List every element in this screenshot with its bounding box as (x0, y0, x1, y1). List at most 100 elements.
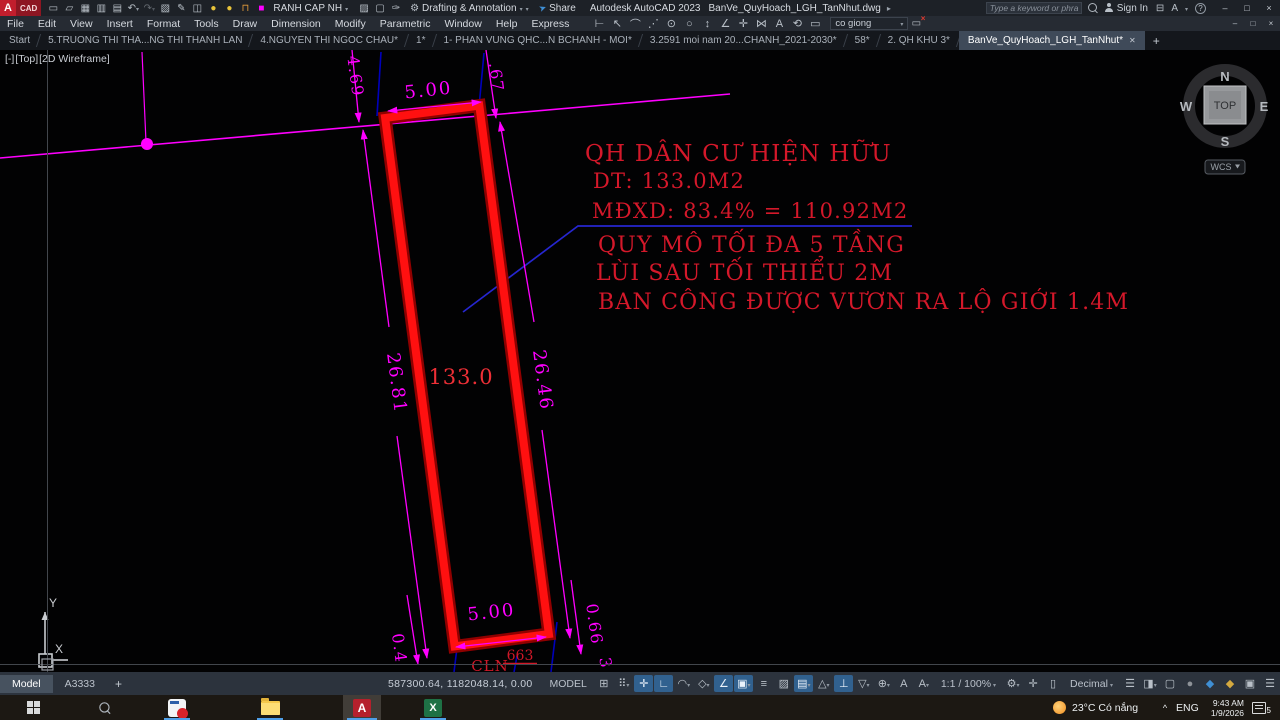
title-menu-arrow-icon[interactable] (881, 3, 891, 14)
dim-arc-icon[interactable]: ⌒ (626, 17, 644, 31)
dim-rear-right-text[interactable]: 0.66 (582, 602, 606, 646)
viewcube-south[interactable]: S (1221, 134, 1230, 149)
annotation-line-3[interactable]: MĐXD: 83.4% = 110.92M2 (592, 199, 908, 223)
search-icon[interactable] (1087, 2, 1099, 14)
graphics-performance-icon[interactable]: ● (1181, 675, 1200, 692)
file-tab-1[interactable]: 5.TRUONG THI THA...NG THI THANH LAN (39, 31, 251, 50)
view-control-button[interactable]: [Top] (15, 53, 38, 65)
customization-icon[interactable]: ☰ (1261, 675, 1280, 692)
units-button[interactable]: Decimal (1063, 678, 1120, 690)
3d-osnap-icon[interactable]: △ (814, 675, 833, 692)
restore-button[interactable]: □ (1236, 0, 1258, 16)
menu-item[interactable]: Edit (31, 18, 63, 30)
app-store-cart-icon[interactable]: ⊟ (1156, 3, 1164, 14)
parcel-number-text[interactable]: 663 (507, 648, 534, 664)
parcel-area-label[interactable]: 133.0 (428, 365, 493, 389)
minimize-button[interactable]: – (1214, 0, 1236, 16)
annotation-line-4[interactable]: QUY MÔ TỐI ĐA 5 TẦNG (598, 228, 905, 258)
survey-point[interactable] (141, 138, 153, 150)
file-tab-2[interactable]: 4.NGUYEN THI NGOC CHAU* (251, 31, 407, 50)
new-doc-icon[interactable]: ▢ (372, 1, 388, 15)
undo-icon[interactable]: ↶ (125, 1, 141, 15)
light-bulb-2-icon[interactable]: ● (221, 1, 237, 15)
snap-mode-icon[interactable]: ⠿ (614, 675, 633, 692)
dim-ordinate-icon[interactable]: ⋰ (644, 17, 662, 31)
menu-item[interactable]: Dimension (264, 18, 328, 30)
dropdown-caret-icon[interactable] (748, 678, 751, 690)
lineweight-icon[interactable]: ≡ (754, 675, 773, 692)
quick-properties-icon[interactable]: ☰ (1121, 675, 1140, 692)
preview-icon[interactable]: ◫ (189, 1, 205, 15)
selection-filtering-icon[interactable]: ▽ (854, 675, 873, 692)
save-icon[interactable]: ▦ (77, 1, 93, 15)
autocad-logo[interactable]: A CAD (0, 0, 41, 16)
weather-widget[interactable] (1050, 695, 1068, 720)
selection-cycling-icon[interactable]: ▤ (794, 675, 813, 692)
annotation-visibility-icon[interactable]: A (894, 675, 913, 692)
osnap-tracking-icon[interactable]: ∠ (714, 675, 733, 692)
file-tab-3[interactable]: 1* (407, 31, 434, 50)
annotation-line-2[interactable]: DT: 133.0M2 (593, 169, 745, 193)
clock[interactable]: 9:43 AM1/9/2026 (1202, 695, 1244, 720)
geo-marker-icon[interactable]: ◆ (1221, 675, 1240, 692)
close-button[interactable]: × (1262, 16, 1280, 31)
light-bulb-icon[interactable]: ● (205, 1, 221, 15)
taskbar-search-button[interactable] (90, 695, 120, 720)
dim-angular-icon[interactable]: ∠ (716, 17, 734, 31)
dim-front-text[interactable]: 5.00 (403, 78, 453, 104)
show-hidden-icons-button[interactable]: ^ (1158, 695, 1172, 720)
dropdown-caret-icon[interactable] (152, 3, 155, 14)
dim-rear-left-text[interactable]: 0.4 (388, 632, 411, 664)
transparency-icon[interactable]: ▨ (774, 675, 793, 692)
weather-temp[interactable]: 23°C Có nắng (1072, 695, 1138, 720)
annotation-line-1[interactable]: QH DÂN CƯ HIỆN HỮU (585, 139, 892, 167)
annotation-scale-button[interactable]: 1:1 / 100% (934, 678, 1003, 690)
sheet-set-icon[interactable]: ▧ (157, 1, 173, 15)
search-input[interactable] (986, 2, 1082, 14)
visual-style-button[interactable]: [2D Wireframe] (39, 53, 110, 65)
dropdown-caret-icon[interactable] (867, 678, 870, 690)
model-space-toggle[interactable]: MODEL (542, 678, 593, 690)
viewcube-north[interactable]: N (1220, 69, 1229, 84)
layer-color-swatch[interactable]: ■ (253, 1, 269, 15)
menu-item[interactable]: Modify (328, 18, 373, 30)
help-icon[interactable]: ? (1195, 3, 1206, 14)
new-layout-button[interactable]: + (107, 677, 130, 691)
drawing-canvas[interactable]: [-][Top][2D Wireframe] (0, 50, 1280, 672)
viewcube-top-face[interactable]: TOP (1214, 100, 1236, 112)
dim-jogged-icon[interactable]: ○ (680, 17, 698, 31)
file-tab-7[interactable]: 2. QH KHU 3* (879, 31, 959, 50)
save-as-icon[interactable]: ▥ (93, 1, 109, 15)
autoscale-icon[interactable]: A (914, 675, 933, 692)
language-indicator[interactable]: ENG (1176, 695, 1199, 720)
parcel-number-label[interactable]: 663 CLN (471, 648, 537, 672)
plot-icon[interactable]: ▤ (109, 1, 125, 15)
dim-linear-icon[interactable]: ⊢ (590, 17, 608, 31)
menu-item[interactable]: View (63, 18, 100, 30)
dim-front-left-text[interactable]: 4.69 (343, 54, 367, 98)
menu-item[interactable]: Parametric (373, 18, 438, 30)
open-folder-icon[interactable]: ▱ (61, 1, 77, 15)
new-file-tab-button[interactable]: + (1145, 31, 1168, 50)
autocad-taskbar-button[interactable]: A (343, 695, 381, 720)
stamp-icon[interactable]: ✑ (388, 1, 404, 15)
annotation-line-6[interactable]: BAN CÔNG ĐƯỢC VƯƠN RA LỘ GIỚI 1.4M (598, 288, 1129, 315)
viewcube-east[interactable]: E (1260, 99, 1269, 114)
viewcube[interactable]: N W E S TOP WCS (1180, 69, 1269, 174)
chevron-down-icon[interactable] (526, 3, 529, 14)
workspace-switcher[interactable]: Drafting & Annotation (410, 3, 529, 14)
polar-tracking-icon[interactable]: ◠ (674, 675, 693, 692)
grid-display-icon[interactable]: ⊞ (594, 675, 613, 692)
isolate-objects-icon[interactable]: ▯ (1044, 675, 1063, 692)
menu-item[interactable]: Format (140, 18, 187, 30)
excel-taskbar-button[interactable]: X (416, 695, 450, 720)
new-file-icon[interactable]: ▭ (45, 1, 61, 15)
action-center-button[interactable]: 5 (1248, 695, 1270, 720)
clean-screen-icon[interactable]: ▣ (1241, 675, 1260, 692)
dropdown-caret-icon[interactable] (887, 678, 890, 690)
menu-item[interactable]: Express (524, 18, 576, 30)
dim-quick-icon[interactable]: ✛ (734, 17, 752, 31)
menu-item[interactable]: Draw (226, 18, 265, 30)
model-space[interactable]: 5.00 5.00 26.81 26.46 4.69 .67 0.4 0.66 … (0, 50, 1280, 672)
dim-diameter-icon[interactable]: ↕ (698, 17, 716, 31)
